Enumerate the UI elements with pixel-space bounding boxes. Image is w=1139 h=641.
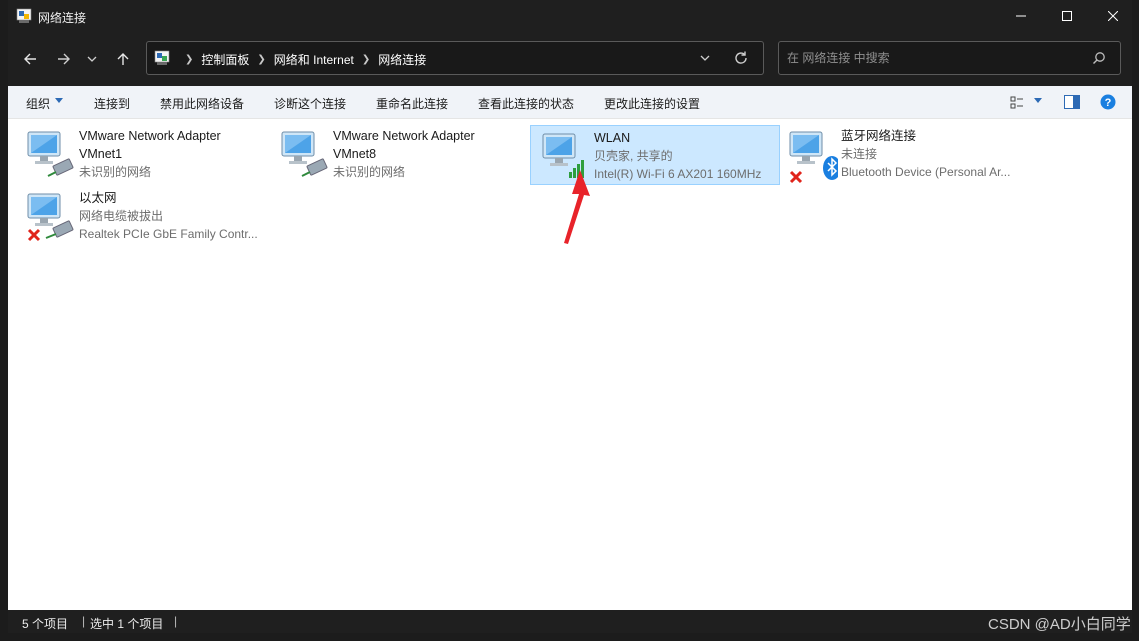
search-box[interactable] bbox=[778, 41, 1121, 75]
forward-button[interactable] bbox=[51, 46, 77, 72]
connection-status: 未识别的网络 bbox=[333, 165, 406, 179]
breadcrumb-control-panel[interactable]: 控制面板 bbox=[201, 51, 249, 68]
up-button[interactable] bbox=[110, 46, 136, 72]
breadcrumb-network-internet[interactable]: 网络和 Internet bbox=[274, 51, 354, 68]
selection-count: 选中 1 个项目 bbox=[90, 617, 164, 631]
recent-locations-button[interactable] bbox=[82, 46, 102, 72]
control-panel-icon bbox=[154, 50, 170, 65]
back-button[interactable] bbox=[17, 46, 43, 72]
status-bar: 5 个项目 | 选中 1 个项目 | bbox=[8, 610, 1132, 633]
connection-name: VMware Network Adapter bbox=[333, 129, 475, 143]
close-icon bbox=[1108, 11, 1118, 21]
organize-menu[interactable]: 组织 bbox=[26, 95, 50, 112]
help-icon[interactable]: ? bbox=[1100, 94, 1116, 110]
connection-device: Realtek PCIe GbE Family Contr... bbox=[79, 227, 258, 241]
connection-item-vmnet8[interactable]: VMware Network Adapter VMnet8 未识别的网络 bbox=[270, 124, 520, 184]
arrow-up-icon bbox=[117, 53, 129, 65]
arrow-left-icon bbox=[24, 53, 36, 65]
bluetooth-adapter-icon bbox=[789, 131, 838, 184]
connection-name-cont: VMnet8 bbox=[333, 147, 377, 161]
ethernet-adapter-icon bbox=[27, 193, 74, 242]
connection-status: 未识别的网络 bbox=[79, 165, 152, 179]
network-adapter-icon bbox=[281, 131, 328, 177]
arrow-right-icon bbox=[58, 53, 70, 65]
connection-item-bluetooth[interactable]: 蓝牙网络连接 未连接 Bluetooth Device (Personal Ar… bbox=[778, 124, 1028, 184]
connection-text: WLAN 贝壳家, 共享的 Intel(R) Wi-Fi 6 AX201 160… bbox=[594, 129, 784, 183]
connection-status: 未连接 bbox=[841, 147, 878, 161]
maximize-icon bbox=[1062, 11, 1072, 21]
breadcrumb-network-connections[interactable]: 网络连接 bbox=[378, 51, 426, 68]
search-icon[interactable] bbox=[1092, 51, 1106, 65]
breadcrumb-chevron-icon[interactable]: ❯ bbox=[257, 54, 265, 65]
connection-device: Intel(R) Wi-Fi 6 AX201 160MHz bbox=[594, 167, 762, 181]
network-folder-icon bbox=[16, 8, 32, 23]
chevron-down-icon bbox=[87, 56, 97, 62]
connection-text: VMware Network Adapter VMnet8 未识别的网络 bbox=[333, 127, 523, 181]
change-settings-button[interactable]: 更改此连接的设置 bbox=[604, 95, 700, 112]
title-bar: 网络连接 bbox=[8, 0, 1132, 32]
annotation-arrow-icon bbox=[564, 170, 590, 244]
search-input[interactable] bbox=[787, 49, 1077, 67]
window-title: 网络连接 bbox=[38, 11, 87, 25]
rename-button[interactable]: 重命名此连接 bbox=[376, 95, 448, 112]
disable-device-button[interactable]: 禁用此网络设备 bbox=[160, 95, 244, 112]
close-button[interactable] bbox=[1090, 0, 1136, 32]
connection-item-vmnet1[interactable]: VMware Network Adapter VMnet1 未识别的网络 bbox=[16, 124, 266, 184]
network-connections-window: 网络连接 ❯ 控制面板 ❯ 网络和 Internet ❯ 网络连接 在 网络连接… bbox=[8, 0, 1132, 633]
view-options-icon[interactable] bbox=[1010, 96, 1024, 110]
csdn-watermark: CSDN @AD小白同学 bbox=[988, 616, 1131, 633]
breadcrumb-chevron-icon[interactable]: ❯ bbox=[185, 54, 193, 65]
status-separator: | bbox=[82, 614, 86, 628]
connection-name-cont: VMnet1 bbox=[79, 147, 123, 161]
maximize-button[interactable] bbox=[1044, 0, 1090, 32]
connection-name: 以太网 bbox=[79, 191, 117, 205]
status-separator: | bbox=[174, 614, 178, 628]
preview-pane-icon[interactable] bbox=[1064, 95, 1080, 109]
network-adapter-icon bbox=[27, 131, 74, 177]
diagnose-button[interactable]: 诊断这个连接 bbox=[274, 95, 346, 112]
connection-text: 以太网 网络电缆被拔出 Realtek PCIe GbE Family Cont… bbox=[79, 189, 269, 243]
refresh-icon[interactable] bbox=[733, 50, 749, 66]
organize-dropdown-icon[interactable] bbox=[55, 98, 63, 103]
command-bar: 组织 连接到 禁用此网络设备 诊断这个连接 重命名此连接 查看此连接的状态 更改… bbox=[8, 86, 1132, 119]
minimize-button[interactable] bbox=[998, 0, 1044, 32]
address-dropdown-icon[interactable] bbox=[699, 51, 711, 65]
address-bar[interactable]: ❯ 控制面板 ❯ 网络和 Internet ❯ 网络连接 bbox=[146, 41, 764, 75]
view-dropdown-icon[interactable] bbox=[1034, 98, 1042, 103]
svg-text:?: ? bbox=[1105, 97, 1112, 109]
connection-text: 蓝牙网络连接 未连接 Bluetooth Device (Personal Ar… bbox=[841, 127, 1031, 181]
connection-status: 网络电缆被拔出 bbox=[79, 209, 164, 223]
connection-device: Bluetooth Device (Personal Ar... bbox=[841, 165, 1011, 179]
connection-text: VMware Network Adapter VMnet1 未识别的网络 bbox=[79, 127, 269, 181]
connection-name: WLAN bbox=[594, 131, 631, 145]
connection-item-ethernet[interactable]: 以太网 网络电缆被拔出 Realtek PCIe GbE Family Cont… bbox=[16, 186, 266, 246]
breadcrumb: ❯ 控制面板 ❯ 网络和 Internet ❯ 网络连接 bbox=[177, 51, 426, 68]
connection-name: 蓝牙网络连接 bbox=[841, 129, 917, 143]
connection-network: 贝壳家, 共享的 bbox=[594, 149, 673, 163]
breadcrumb-chevron-icon[interactable]: ❯ bbox=[362, 54, 370, 65]
item-count: 5 个项目 bbox=[22, 617, 69, 631]
connection-name: VMware Network Adapter bbox=[79, 129, 221, 143]
connect-to-button[interactable]: 连接到 bbox=[94, 95, 130, 112]
address-row: ❯ 控制面板 ❯ 网络和 Internet ❯ 网络连接 bbox=[8, 32, 1132, 86]
view-status-button[interactable]: 查看此连接的状态 bbox=[478, 95, 574, 112]
minimize-icon bbox=[1016, 15, 1026, 17]
